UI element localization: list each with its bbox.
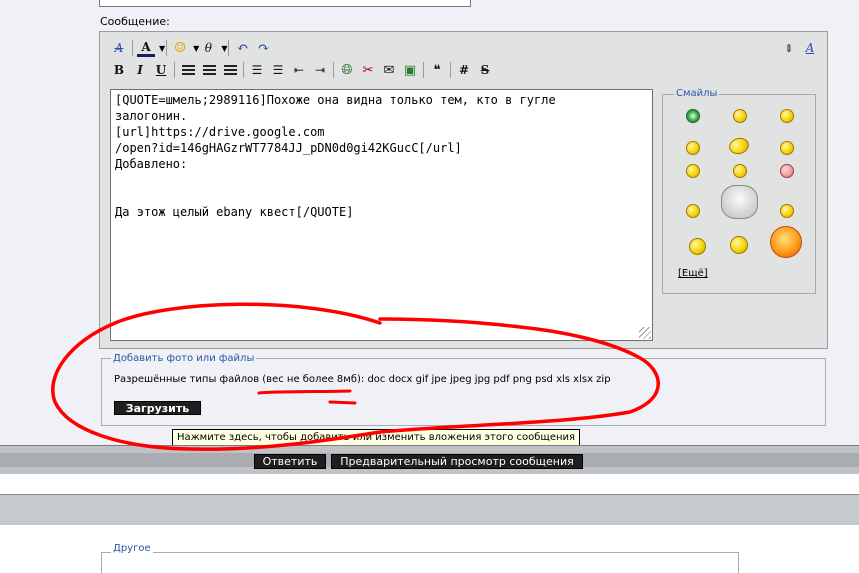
smiley-wave-icon[interactable]: [689, 238, 706, 255]
smiley-angry-icon[interactable]: [730, 236, 748, 254]
outdent-icon[interactable]: ⇤: [290, 61, 308, 79]
toolbar-separator: [333, 62, 334, 78]
insert-image-icon[interactable]: ▣: [401, 61, 419, 79]
wrap-code-icon[interactable]: #: [455, 61, 473, 79]
toolbar-row-2: B I U ☰ ☰ ⇤ ⇥ 🌐︎ ✂ ✉ ▣ ❝ # S: [110, 61, 497, 79]
toolbar-row-1: A A ▼ ☺ ▼ θ ▼ ↶ ↷: [110, 39, 275, 57]
strikethrough-icon[interactable]: S: [476, 61, 494, 79]
smiley-big-icon[interactable]: [770, 226, 802, 258]
preview-button[interactable]: Предварительный просмотр сообщения: [331, 454, 583, 469]
submit-reply-button[interactable]: Ответить: [254, 454, 326, 469]
remove-link-icon[interactable]: ✂: [359, 61, 377, 79]
toolbar-separator: [174, 62, 175, 78]
insert-icon[interactable]: θ: [199, 39, 217, 57]
message-textarea[interactable]: [QUOTE=шмель;2989116]Похоже она видна то…: [110, 89, 653, 341]
smiley-grin-icon[interactable]: [686, 109, 700, 123]
toolbar-separator: [228, 40, 230, 56]
toolbar-separator: [423, 62, 424, 78]
redo-icon[interactable]: ↷: [254, 39, 272, 57]
italic-icon[interactable]: I: [131, 61, 149, 79]
remove-format-icon[interactable]: A: [110, 39, 128, 57]
toolbar-right: ⇕ A: [780, 39, 822, 57]
font-color-icon[interactable]: A: [137, 40, 155, 57]
align-center-icon[interactable]: [200, 61, 218, 79]
smiley-troll-icon[interactable]: [721, 185, 758, 219]
align-left-icon[interactable]: [179, 61, 197, 79]
smiley-menu-icon[interactable]: ☺: [171, 39, 189, 57]
attachments-legend: Добавить фото или файлы: [111, 353, 257, 364]
smiley-surprised-icon[interactable]: [686, 164, 700, 178]
undo-icon[interactable]: ↶: [233, 39, 251, 57]
smiley-blush-icon[interactable]: [780, 164, 794, 178]
chevron-down-icon[interactable]: ▼: [221, 44, 227, 53]
message-label: Сообщение:: [100, 15, 170, 28]
smiley-laugh-icon[interactable]: [733, 109, 747, 123]
other-box: [101, 552, 739, 573]
toolbar-separator: [243, 62, 244, 78]
editor-panel: A A ▼ ☺ ▼ θ ▼ ↶ ↷ ⇕ A B I U ☰ ☰ ⇤ ⇥ 🌐︎ ✂…: [99, 31, 828, 349]
font-style-icon[interactable]: A: [801, 39, 819, 57]
smiley-sad-icon[interactable]: [780, 141, 794, 155]
upload-button[interactable]: Загрузить: [114, 401, 201, 415]
smiley-rolleyes-icon[interactable]: [733, 164, 747, 178]
allowed-file-types: Разрешённые типы файлов (вес не более 8м…: [114, 374, 611, 385]
bullet-list-icon[interactable]: ☰: [269, 61, 287, 79]
underline-icon[interactable]: U: [152, 61, 170, 79]
title-input-edge[interactable]: [99, 0, 471, 7]
attachments-box: [101, 358, 826, 426]
smiley-smile-icon[interactable]: [780, 109, 794, 123]
smiley-cool-icon[interactable]: [686, 141, 700, 155]
toolbar-separator: [132, 40, 133, 56]
smiley-arrow-icon[interactable]: [686, 204, 700, 218]
smilies-legend: Смайлы: [674, 88, 720, 99]
more-smilies-link[interactable]: [Ещё]: [678, 268, 708, 279]
smiley-thinking-icon[interactable]: [780, 204, 794, 218]
chevron-down-icon[interactable]: ▼: [159, 44, 165, 53]
numbered-list-icon[interactable]: ☰: [248, 61, 266, 79]
resize-grip-icon[interactable]: [639, 327, 651, 339]
toolbar-separator: [450, 62, 451, 78]
separator-strip: [0, 474, 859, 494]
resize-editor-icon[interactable]: ⇕: [780, 39, 798, 57]
indent-icon[interactable]: ⇥: [311, 61, 329, 79]
secondary-bar: [0, 494, 859, 525]
other-legend: Другое: [111, 543, 153, 554]
bold-icon[interactable]: B: [110, 61, 128, 79]
align-right-icon[interactable]: [221, 61, 239, 79]
insert-email-icon[interactable]: ✉: [380, 61, 398, 79]
quote-icon[interactable]: ❝: [428, 61, 446, 79]
toolbar-separator: [166, 40, 168, 56]
upload-tooltip: Нажмите здесь, чтобы добавить или измени…: [172, 429, 581, 446]
insert-link-icon[interactable]: 🌐︎: [338, 61, 356, 79]
